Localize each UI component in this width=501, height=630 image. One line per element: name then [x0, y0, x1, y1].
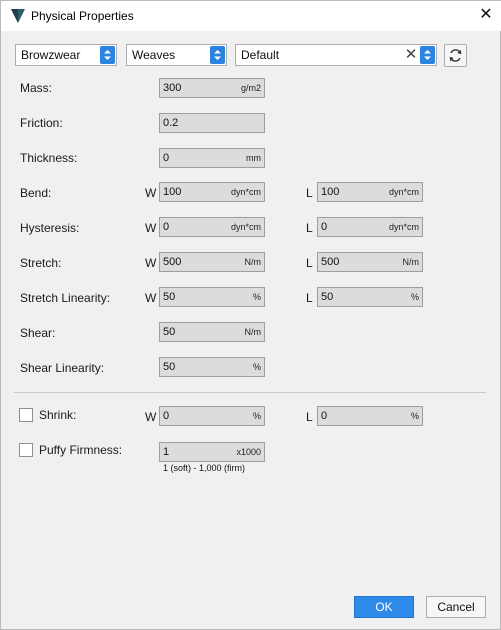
cancel-button[interactable]: Cancel	[426, 596, 486, 618]
hysteresis-l-label: L	[306, 221, 313, 235]
close-icon[interactable]: ✕	[477, 6, 495, 24]
shrink-l-field[interactable]: 0 %	[317, 406, 423, 426]
bend-w-label: W	[145, 186, 157, 200]
puffy-firmness-hint: 1 (soft) - 1,000 (firm)	[163, 463, 246, 473]
hysteresis-l-value: 0	[321, 221, 328, 233]
preset-select[interactable]: Default ✕	[235, 44, 437, 66]
stretch-linearity-w-field[interactable]: 50 %	[159, 287, 265, 307]
shrink-l-value: 0	[321, 410, 328, 422]
shrink-w-value: 0	[163, 410, 170, 422]
ok-button[interactable]: OK	[354, 596, 414, 618]
hysteresis-l-field[interactable]: 0 dyn*cm	[317, 217, 423, 237]
shear-label: Shear:	[20, 326, 56, 340]
thickness-label: Thickness:	[20, 151, 78, 165]
shrink-checkbox[interactable]	[19, 408, 33, 422]
puffy-firmness-unit: x1000	[236, 447, 261, 457]
mass-value: 300	[163, 82, 182, 94]
library-select-value: Browzwear	[21, 48, 81, 62]
spin-arrows-icon[interactable]	[100, 46, 115, 64]
hysteresis-w-unit: dyn*cm	[230, 222, 261, 232]
hysteresis-l-unit: dyn*cm	[388, 222, 419, 232]
spin-arrows-icon[interactable]	[210, 46, 225, 64]
stretch-w-label: W	[145, 256, 157, 270]
puffy-firmness-checkbox[interactable]	[19, 443, 33, 457]
stretch-linearity-l-unit: %	[410, 292, 419, 302]
category-select-value: Weaves	[132, 48, 176, 62]
mass-label: Mass:	[20, 81, 53, 95]
stretch-linearity-l-value: 50	[321, 291, 334, 303]
hysteresis-label: Hysteresis:	[20, 221, 80, 235]
stretch-label: Stretch:	[20, 256, 62, 270]
shrink-w-unit: %	[252, 411, 261, 421]
shear-value: 50	[163, 326, 176, 338]
thickness-field[interactable]: 0 mm	[159, 148, 265, 168]
mass-field[interactable]: 300 g/m2	[159, 78, 265, 98]
bend-l-label: L	[306, 186, 313, 200]
clear-x-icon[interactable]: ✕	[404, 46, 418, 64]
shrink-l-unit: %	[410, 411, 419, 421]
shear-field[interactable]: 50 N/m	[159, 322, 265, 342]
stretch-linearity-label: Stretch Linearity:	[20, 291, 111, 305]
library-select[interactable]: Browzwear	[15, 44, 117, 66]
stretch-w-field[interactable]: 500 N/m	[159, 252, 265, 272]
stretch-l-value: 500	[321, 256, 340, 268]
stretch-linearity-w-value: 50	[163, 291, 176, 303]
shear-linearity-label: Shear Linearity:	[20, 361, 105, 375]
hysteresis-w-label: W	[145, 221, 157, 235]
friction-field[interactable]: 0.2	[159, 113, 265, 133]
bend-l-field[interactable]: 100 dyn*cm	[317, 182, 423, 202]
bend-label: Bend:	[20, 186, 52, 200]
shrink-w-label: W	[145, 410, 157, 424]
app-logo-icon	[11, 9, 25, 23]
stretch-w-unit: N/m	[244, 257, 262, 267]
puffy-firmness-field[interactable]: 1 x1000	[159, 442, 265, 462]
shear-linearity-unit: %	[252, 362, 261, 372]
bend-l-unit: dyn*cm	[388, 187, 419, 197]
shrink-label: Shrink:	[39, 408, 77, 422]
preset-select-value: Default	[241, 48, 280, 62]
thickness-unit: mm	[246, 153, 261, 163]
shear-linearity-field[interactable]: 50 %	[159, 357, 265, 377]
hysteresis-w-value: 0	[163, 221, 170, 233]
refresh-icon	[449, 49, 462, 62]
shrink-w-field[interactable]: 0 %	[159, 406, 265, 426]
stretch-linearity-l-label: L	[306, 291, 313, 305]
stretch-l-field[interactable]: 500 N/m	[317, 252, 423, 272]
puffy-firmness-label: Puffy Firmness:	[39, 443, 123, 457]
friction-label: Friction:	[20, 116, 63, 130]
stretch-linearity-w-unit: %	[252, 292, 261, 302]
bend-l-value: 100	[321, 186, 340, 198]
friction-value: 0.2	[163, 117, 179, 129]
thickness-value: 0	[163, 152, 170, 164]
spin-arrows-icon[interactable]	[420, 46, 435, 64]
shrink-l-label: L	[306, 410, 313, 424]
stretch-w-value: 500	[163, 256, 182, 268]
refresh-button[interactable]	[444, 44, 467, 67]
stretch-l-unit: N/m	[402, 257, 420, 267]
bend-w-field[interactable]: 100 dyn*cm	[159, 182, 265, 202]
shear-unit: N/m	[244, 327, 262, 337]
stretch-linearity-w-label: W	[145, 291, 157, 305]
bend-w-value: 100	[163, 186, 182, 198]
category-select[interactable]: Weaves	[126, 44, 227, 66]
bend-w-unit: dyn*cm	[230, 187, 261, 197]
puffy-firmness-value: 1	[163, 446, 170, 458]
window-title: Physical Properties	[31, 9, 134, 23]
mass-unit: g/m2	[240, 83, 261, 93]
shear-linearity-value: 50	[163, 361, 176, 373]
section-divider	[14, 392, 486, 393]
stretch-linearity-l-field[interactable]: 50 %	[317, 287, 423, 307]
hysteresis-w-field[interactable]: 0 dyn*cm	[159, 217, 265, 237]
title-bar: Physical Properties ✕	[1, 1, 501, 31]
physical-properties-dialog: Physical Properties ✕ Browzwear Weaves D…	[0, 0, 501, 630]
stretch-l-label: L	[306, 256, 313, 270]
